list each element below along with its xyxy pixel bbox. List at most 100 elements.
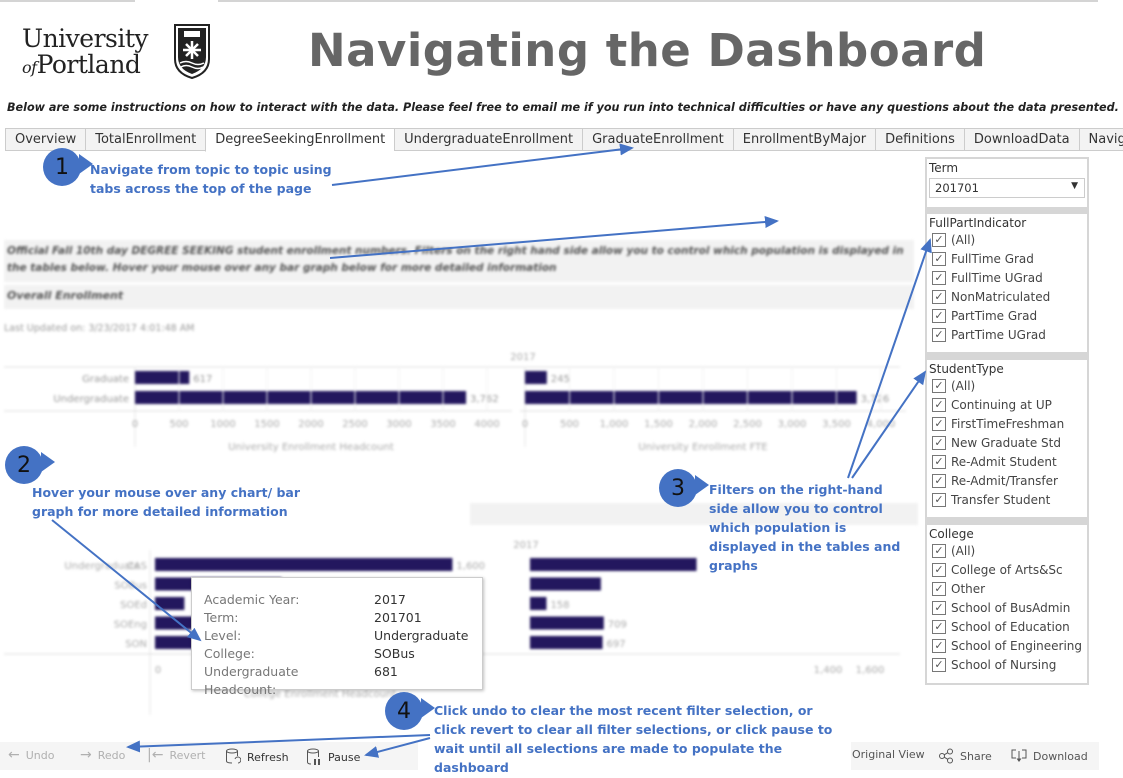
tooltip-key: Undergraduate Headcount: [204, 664, 299, 697]
checkbox-checked-icon[interactable]: ✓ [932, 232, 946, 247]
pause-label: Pause [328, 750, 361, 764]
college-option[interactable]: ✓ School of Engineering [927, 636, 1087, 655]
student-type-option[interactable]: ✓ Continuing at UP [927, 395, 1087, 414]
tab-undergraduate-enrollment[interactable]: UndergraduateEnrollment [394, 128, 583, 151]
bar-value-label: 1,600 [456, 561, 485, 572]
bar[interactable] [155, 558, 453, 571]
original-view-button[interactable]: Original View [852, 748, 925, 761]
full-part-option[interactable]: ✓ FullTime Grad [927, 249, 1087, 268]
checkbox-checked-icon[interactable]: ✓ [932, 270, 946, 285]
tab-bar: Overview TotalEnrollment DegreeSeekingEn… [5, 128, 1123, 152]
tab-navigation[interactable]: Navigation [1078, 128, 1123, 151]
student-type-option[interactable]: ✓ Transfer Student [927, 490, 1087, 509]
student-type-option[interactable]: ✓ FirstTimeFreshman [927, 414, 1087, 433]
annotation-note-4: Click undo to clear the most recent filt… [434, 703, 833, 775]
bar[interactable] [530, 636, 603, 649]
refresh-label: Refresh [247, 750, 289, 764]
checkbox-checked-icon[interactable]: ✓ [932, 327, 946, 342]
bar[interactable] [155, 597, 185, 610]
revert-label: Revert [169, 748, 206, 762]
tab-enrollment-by-major[interactable]: EnrollmentByMajor [732, 128, 876, 151]
full-part-option[interactable]: ✓ NonMatriculated [927, 287, 1087, 306]
pause-button[interactable]: Pause [306, 748, 360, 766]
college-option-label: College of Arts&Sc [951, 562, 1063, 577]
full-part-option[interactable]: ✓ PartTime Grad [927, 306, 1087, 325]
checkbox-checked-icon[interactable]: ✓ [932, 562, 946, 577]
tooltip-row: Term: 201701 [204, 609, 470, 627]
chart-title: 2017 [513, 540, 538, 551]
term-dropdown[interactable]: 201701 ▼ [929, 178, 1085, 198]
checkbox-checked-icon[interactable]: ✓ [932, 657, 946, 672]
tab-download-data[interactable]: DownloadData [963, 128, 1079, 151]
student-type-title: StudentType [929, 362, 1004, 376]
tab-overview[interactable]: Overview [5, 128, 86, 151]
college-option[interactable]: ✓ Other [927, 579, 1087, 598]
download-icon [1011, 749, 1027, 762]
full-part-title: FullPartIndicator [929, 216, 1027, 230]
bar[interactable] [135, 391, 467, 404]
redo-button[interactable]: → Redo [80, 748, 125, 762]
tick-label: 3500 [430, 419, 455, 430]
student-type-option[interactable]: ✓ Re-Admit Student [927, 452, 1087, 471]
tab-total-enrollment[interactable]: TotalEnrollment [85, 128, 206, 151]
full-part-option[interactable]: ✓ FullTime UGrad [927, 268, 1087, 287]
axis-title: University Enrollment FTE [638, 442, 767, 453]
checkbox-checked-icon[interactable]: ✓ [932, 638, 946, 653]
checkbox-checked-icon[interactable]: ✓ [932, 473, 946, 488]
checkbox-checked-icon[interactable]: ✓ [932, 251, 946, 266]
checkbox-checked-icon[interactable]: ✓ [932, 543, 946, 558]
college-option[interactable]: ✓ School of Nursing [927, 655, 1087, 674]
student-type-option[interactable]: ✓ (All) [927, 376, 1087, 395]
tick-label: 3000 [386, 419, 411, 430]
college-option[interactable]: ✓ (All) [927, 541, 1087, 560]
bar[interactable] [530, 558, 697, 571]
full-part-option-label: NonMatriculated [951, 289, 1051, 304]
checkbox-checked-icon[interactable]: ✓ [932, 454, 946, 469]
tooltip-row: Academic Year: 2017 [204, 591, 470, 609]
share-icon [939, 748, 953, 764]
student-type-option-label: Continuing at UP [951, 397, 1052, 412]
bar[interactable] [530, 616, 604, 630]
undo-button[interactable]: ← Undo [8, 748, 54, 762]
share-button[interactable]: Share [938, 748, 992, 764]
download-button[interactable]: Download [1011, 748, 1088, 764]
student-type-option[interactable]: ✓ Re-Admit/Transfer [927, 471, 1087, 490]
bar[interactable] [525, 371, 547, 384]
full-part-option-label: FullTime Grad [951, 251, 1034, 266]
college-option[interactable]: ✓ School of BusAdmin [927, 598, 1087, 617]
refresh-button[interactable]: Refresh [225, 748, 289, 766]
checkbox-checked-icon[interactable]: ✓ [932, 492, 946, 507]
student-type-option-label: Re-Admit Student [951, 454, 1057, 469]
checkbox-checked-icon[interactable]: ✓ [932, 581, 946, 596]
tooltip-key: Level: [204, 628, 242, 643]
checkbox-checked-icon[interactable]: ✓ [932, 416, 946, 431]
redo-label: Redo [97, 748, 126, 762]
student-type-option[interactable]: ✓ New Graduate Std [927, 433, 1087, 452]
full-part-option-label: FullTime UGrad [951, 270, 1043, 285]
checkbox-checked-icon[interactable]: ✓ [932, 289, 946, 304]
student-type-option-label: Re-Admit/Transfer [951, 473, 1058, 488]
checkbox-checked-icon[interactable]: ✓ [932, 600, 946, 615]
student-type-option-label: New Graduate Std [951, 435, 1061, 450]
bar[interactable] [530, 597, 547, 610]
checkbox-checked-icon[interactable]: ✓ [932, 619, 946, 634]
tab-graduate-enrollment[interactable]: GraduateEnrollment [582, 128, 733, 151]
checkbox-checked-icon[interactable]: ✓ [932, 378, 946, 393]
annotation-badge-1: 1 [43, 148, 93, 186]
bar[interactable] [525, 391, 857, 404]
bar[interactable] [530, 577, 601, 591]
checkbox-checked-icon[interactable]: ✓ [932, 308, 946, 323]
checkbox-checked-icon[interactable]: ✓ [932, 435, 946, 450]
bar[interactable] [135, 371, 190, 384]
full-part-option[interactable]: ✓ (All) [927, 230, 1087, 249]
college-option[interactable]: ✓ School of Education [927, 617, 1087, 636]
student-type-option-label: FirstTimeFreshman [951, 416, 1065, 431]
college-option[interactable]: ✓ College of Arts&Sc [927, 560, 1087, 579]
tab-definitions[interactable]: Definitions [875, 128, 964, 151]
full-part-option[interactable]: ✓ PartTime UGrad [927, 325, 1087, 344]
revert-button[interactable]: |← Revert [147, 748, 205, 762]
tab-degree-seeking-enrollment[interactable]: DegreeSeekingEnrollment [205, 128, 395, 152]
download-label: Download [1033, 749, 1088, 763]
checkbox-checked-icon[interactable]: ✓ [932, 397, 946, 412]
dropdown-arrow-icon: ▼ [1071, 181, 1078, 191]
